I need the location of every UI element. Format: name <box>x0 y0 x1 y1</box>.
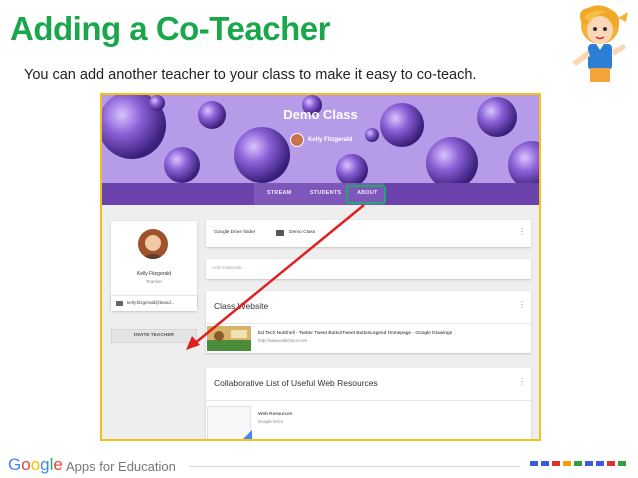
color-square <box>607 461 615 466</box>
google-letter: G <box>8 455 22 474</box>
website-thumbnail[interactable] <box>207 326 251 351</box>
banner-teacher: Kelly Fitzgerald <box>290 133 352 147</box>
card-divider <box>206 400 531 401</box>
profile-name: Kelly Fitzgerald <box>136 271 172 277</box>
resources-heading: Collaborative List of Useful Web Resourc… <box>214 378 378 388</box>
teacher-photo <box>138 229 168 259</box>
card-divider <box>206 323 531 324</box>
doc-thumbnail[interactable] <box>207 406 252 439</box>
website-more-icon[interactable]: ⋮ <box>518 301 526 309</box>
footer-product: Apps for Education <box>66 459 176 474</box>
color-square <box>585 461 593 466</box>
resources-card: Collaborative List of Useful Web Resourc… <box>206 368 531 439</box>
google-letter: o <box>30 455 41 474</box>
slide-subtitle: You can add another teacher to your clas… <box>24 67 477 83</box>
invite-teacher-button[interactable]: INVITE TEACHER <box>111 329 197 343</box>
footer-divider <box>190 466 520 467</box>
color-square <box>530 461 538 466</box>
doc-type: Google Docs <box>258 419 283 424</box>
slide-title: Adding a Co-Teacher <box>10 10 330 47</box>
google-logo: Google <box>8 455 63 475</box>
class-banner: Demo Class Kelly Fitzgerald <box>102 95 539 183</box>
color-square <box>563 461 571 466</box>
tab-students[interactable]: STUDENTS <box>310 190 341 196</box>
class-website-heading: Class Website <box>214 301 269 311</box>
google-letter: e <box>53 455 63 474</box>
about-tab-highlight <box>346 185 386 204</box>
teacher-mascot-illustration <box>572 5 628 82</box>
color-square <box>552 461 560 466</box>
tab-stream[interactable]: STREAM <box>267 190 291 196</box>
website-link-url[interactable]: http://www.edtechnut.com <box>258 338 307 343</box>
classroom-screenshot: Demo Class Kelly Fitzgerald STREAM STUDE… <box>100 93 541 441</box>
drive-more-icon[interactable]: ⋮ <box>518 228 526 236</box>
color-square <box>574 461 582 466</box>
teacher-email-row[interactable]: kelly.fitzgerald@leand... <box>111 295 197 311</box>
class-name[interactable]: Demo Class <box>102 107 539 122</box>
drive-folder-label: Google Drive folder <box>214 230 256 235</box>
color-square <box>618 461 626 466</box>
teacher-email: kelly.fitzgerald@leand... <box>127 300 175 305</box>
mail-icon <box>116 301 123 306</box>
add-materials-placeholder: Add materials... <box>212 266 246 271</box>
about-content: Kelly Fitzgerald Teacher kelly.fitzgeral… <box>102 205 539 439</box>
resources-more-icon[interactable]: ⋮ <box>518 378 526 386</box>
class-website-card: Class Website ⋮ Ed Tech NutShell - Twitt… <box>206 291 531 353</box>
banner-teacher-name: Kelly Fitzgerald <box>308 137 353 143</box>
class-tab-bar: STREAM STUDENTS ABOUT <box>102 183 539 205</box>
profile-role: Teacher <box>145 279 162 284</box>
color-square <box>541 461 549 466</box>
doc-title[interactable]: Web Resources <box>258 412 292 417</box>
drive-folder-link[interactable]: Demo Class <box>289 230 315 235</box>
google-letter: g <box>40 455 50 474</box>
google-letter: o <box>21 455 31 474</box>
folder-icon <box>276 230 284 236</box>
add-materials-field[interactable]: Add materials... <box>206 259 531 279</box>
footer-color-squares <box>530 461 629 466</box>
website-link-title[interactable]: Ed Tech NutShell - Twitter Tweet ButtonT… <box>258 331 452 336</box>
drive-folder-card: Google Drive folder Demo Class ⋮ <box>206 220 531 247</box>
teacher-avatar <box>290 133 304 147</box>
color-square <box>596 461 604 466</box>
